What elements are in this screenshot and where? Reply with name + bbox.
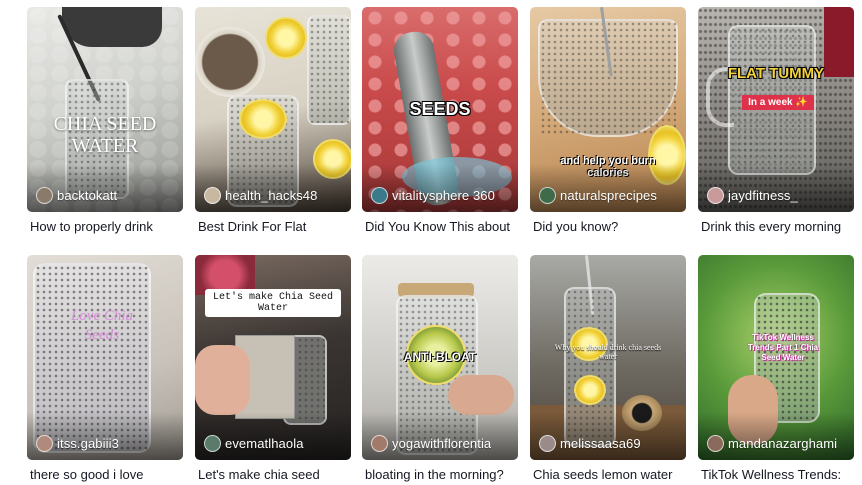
- video-card[interactable]: SEEDS vitalitysphere 360 Did You Know Th…: [362, 7, 518, 234]
- avatar: [707, 435, 724, 452]
- video-card[interactable]: Let's make Chia Seed Water evematlhaola …: [195, 255, 351, 482]
- avatar: [371, 435, 388, 452]
- video-thumbnail[interactable]: SEEDS vitalitysphere 360: [362, 7, 518, 212]
- video-card[interactable]: TikTok Wellness Trends Part 1 Chia Seed …: [698, 255, 854, 482]
- avatar: [539, 435, 556, 452]
- author[interactable]: jaydfitness_: [707, 187, 798, 204]
- video-caption[interactable]: Best Drink For Flat: [195, 219, 351, 234]
- video-card[interactable]: CHIA SEED WATER backtokatt How to proper…: [27, 7, 183, 234]
- username: vitalitysphere 360: [392, 188, 495, 203]
- author[interactable]: mandanazarghami: [707, 435, 837, 452]
- video-card[interactable]: ANTI-BLOAT yogawithflorentia bloating in…: [362, 255, 518, 482]
- username: mandanazarghami: [728, 436, 838, 451]
- avatar: [371, 187, 388, 204]
- video-thumbnail[interactable]: FLAT TUMMY In a week ✨ jaydfitness_: [698, 7, 854, 212]
- video-card[interactable]: health_hacks48 Best Drink For Flat: [195, 7, 351, 234]
- username: melissaasa69: [560, 436, 641, 451]
- author[interactable]: health_hacks48: [204, 187, 317, 204]
- video-thumbnail[interactable]: CHIA SEED WATER backtokatt: [27, 7, 183, 212]
- author[interactable]: itss.gabiii3: [36, 435, 119, 452]
- overlay-text: FLAT TUMMY: [727, 65, 825, 82]
- overlay-text: Why you should drink chia seeds water: [554, 343, 662, 361]
- username: backtokatt: [57, 188, 118, 203]
- username: evematlhaola: [225, 436, 304, 451]
- author[interactable]: naturalsprecipes: [539, 187, 657, 204]
- overlay-text: TikTok Wellness Trends Part 1 Chia Seed …: [747, 333, 819, 362]
- video-caption[interactable]: bloating in the morning?: [362, 467, 518, 482]
- username: naturalsprecipes: [560, 188, 657, 203]
- video-caption[interactable]: Chia seeds lemon water: [530, 467, 686, 482]
- avatar: [36, 435, 53, 452]
- video-card[interactable]: FLAT TUMMY In a week ✨ jaydfitness_ Drin…: [698, 7, 854, 234]
- video-card[interactable]: Why you should drink chia seeds water me…: [530, 255, 686, 482]
- author[interactable]: evematlhaola: [204, 435, 304, 452]
- overlay-text: SEEDS: [409, 99, 471, 119]
- overlay-text: ANTI-BLOAT: [403, 350, 477, 364]
- video-caption[interactable]: How to properly drink: [27, 219, 183, 234]
- video-card[interactable]: and help you burn calories naturalspreci…: [530, 7, 686, 234]
- username: health_hacks48: [225, 188, 318, 203]
- video-caption[interactable]: Did You Know This about: [362, 219, 518, 234]
- avatar: [204, 187, 221, 204]
- video-thumbnail[interactable]: Love Chia Seeds itss.gabiii3: [27, 255, 183, 460]
- author[interactable]: melissaasa69: [539, 435, 641, 452]
- video-thumbnail[interactable]: Why you should drink chia seeds water me…: [530, 255, 686, 460]
- avatar: [36, 187, 53, 204]
- video-card[interactable]: Love Chia Seeds itss.gabiii3 there so go…: [27, 255, 183, 482]
- overlay-text: CHIA SEED WATER: [53, 113, 157, 157]
- video-caption[interactable]: Drink this every morning: [698, 219, 854, 234]
- avatar: [707, 187, 724, 204]
- video-caption[interactable]: TikTok Wellness Trends:: [698, 467, 854, 482]
- overlay-text: Let's make Chia Seed Water: [205, 289, 341, 317]
- video-caption[interactable]: there so good i love: [27, 467, 183, 482]
- username: itss.gabiii3: [57, 436, 119, 451]
- video-grid: CHIA SEED WATER backtokatt How to proper…: [0, 0, 862, 485]
- video-thumbnail[interactable]: Let's make Chia Seed Water evematlhaola: [195, 255, 351, 460]
- overlay-badge: In a week ✨: [742, 95, 814, 110]
- video-caption[interactable]: Let's make chia seed: [195, 467, 351, 482]
- author[interactable]: backtokatt: [36, 187, 117, 204]
- username: jaydfitness_: [728, 188, 798, 203]
- overlay-text: Love Chia Seeds: [70, 308, 134, 343]
- video-caption[interactable]: Did you know?: [530, 219, 686, 234]
- video-thumbnail[interactable]: ANTI-BLOAT yogawithflorentia: [362, 255, 518, 460]
- author[interactable]: yogawithflorentia: [371, 435, 491, 452]
- avatar: [539, 187, 556, 204]
- video-thumbnail[interactable]: health_hacks48: [195, 7, 351, 212]
- username: yogawithflorentia: [392, 436, 492, 451]
- avatar: [204, 435, 221, 452]
- author[interactable]: vitalitysphere 360: [371, 187, 495, 204]
- video-thumbnail[interactable]: TikTok Wellness Trends Part 1 Chia Seed …: [698, 255, 854, 460]
- video-thumbnail[interactable]: and help you burn calories naturalspreci…: [530, 7, 686, 212]
